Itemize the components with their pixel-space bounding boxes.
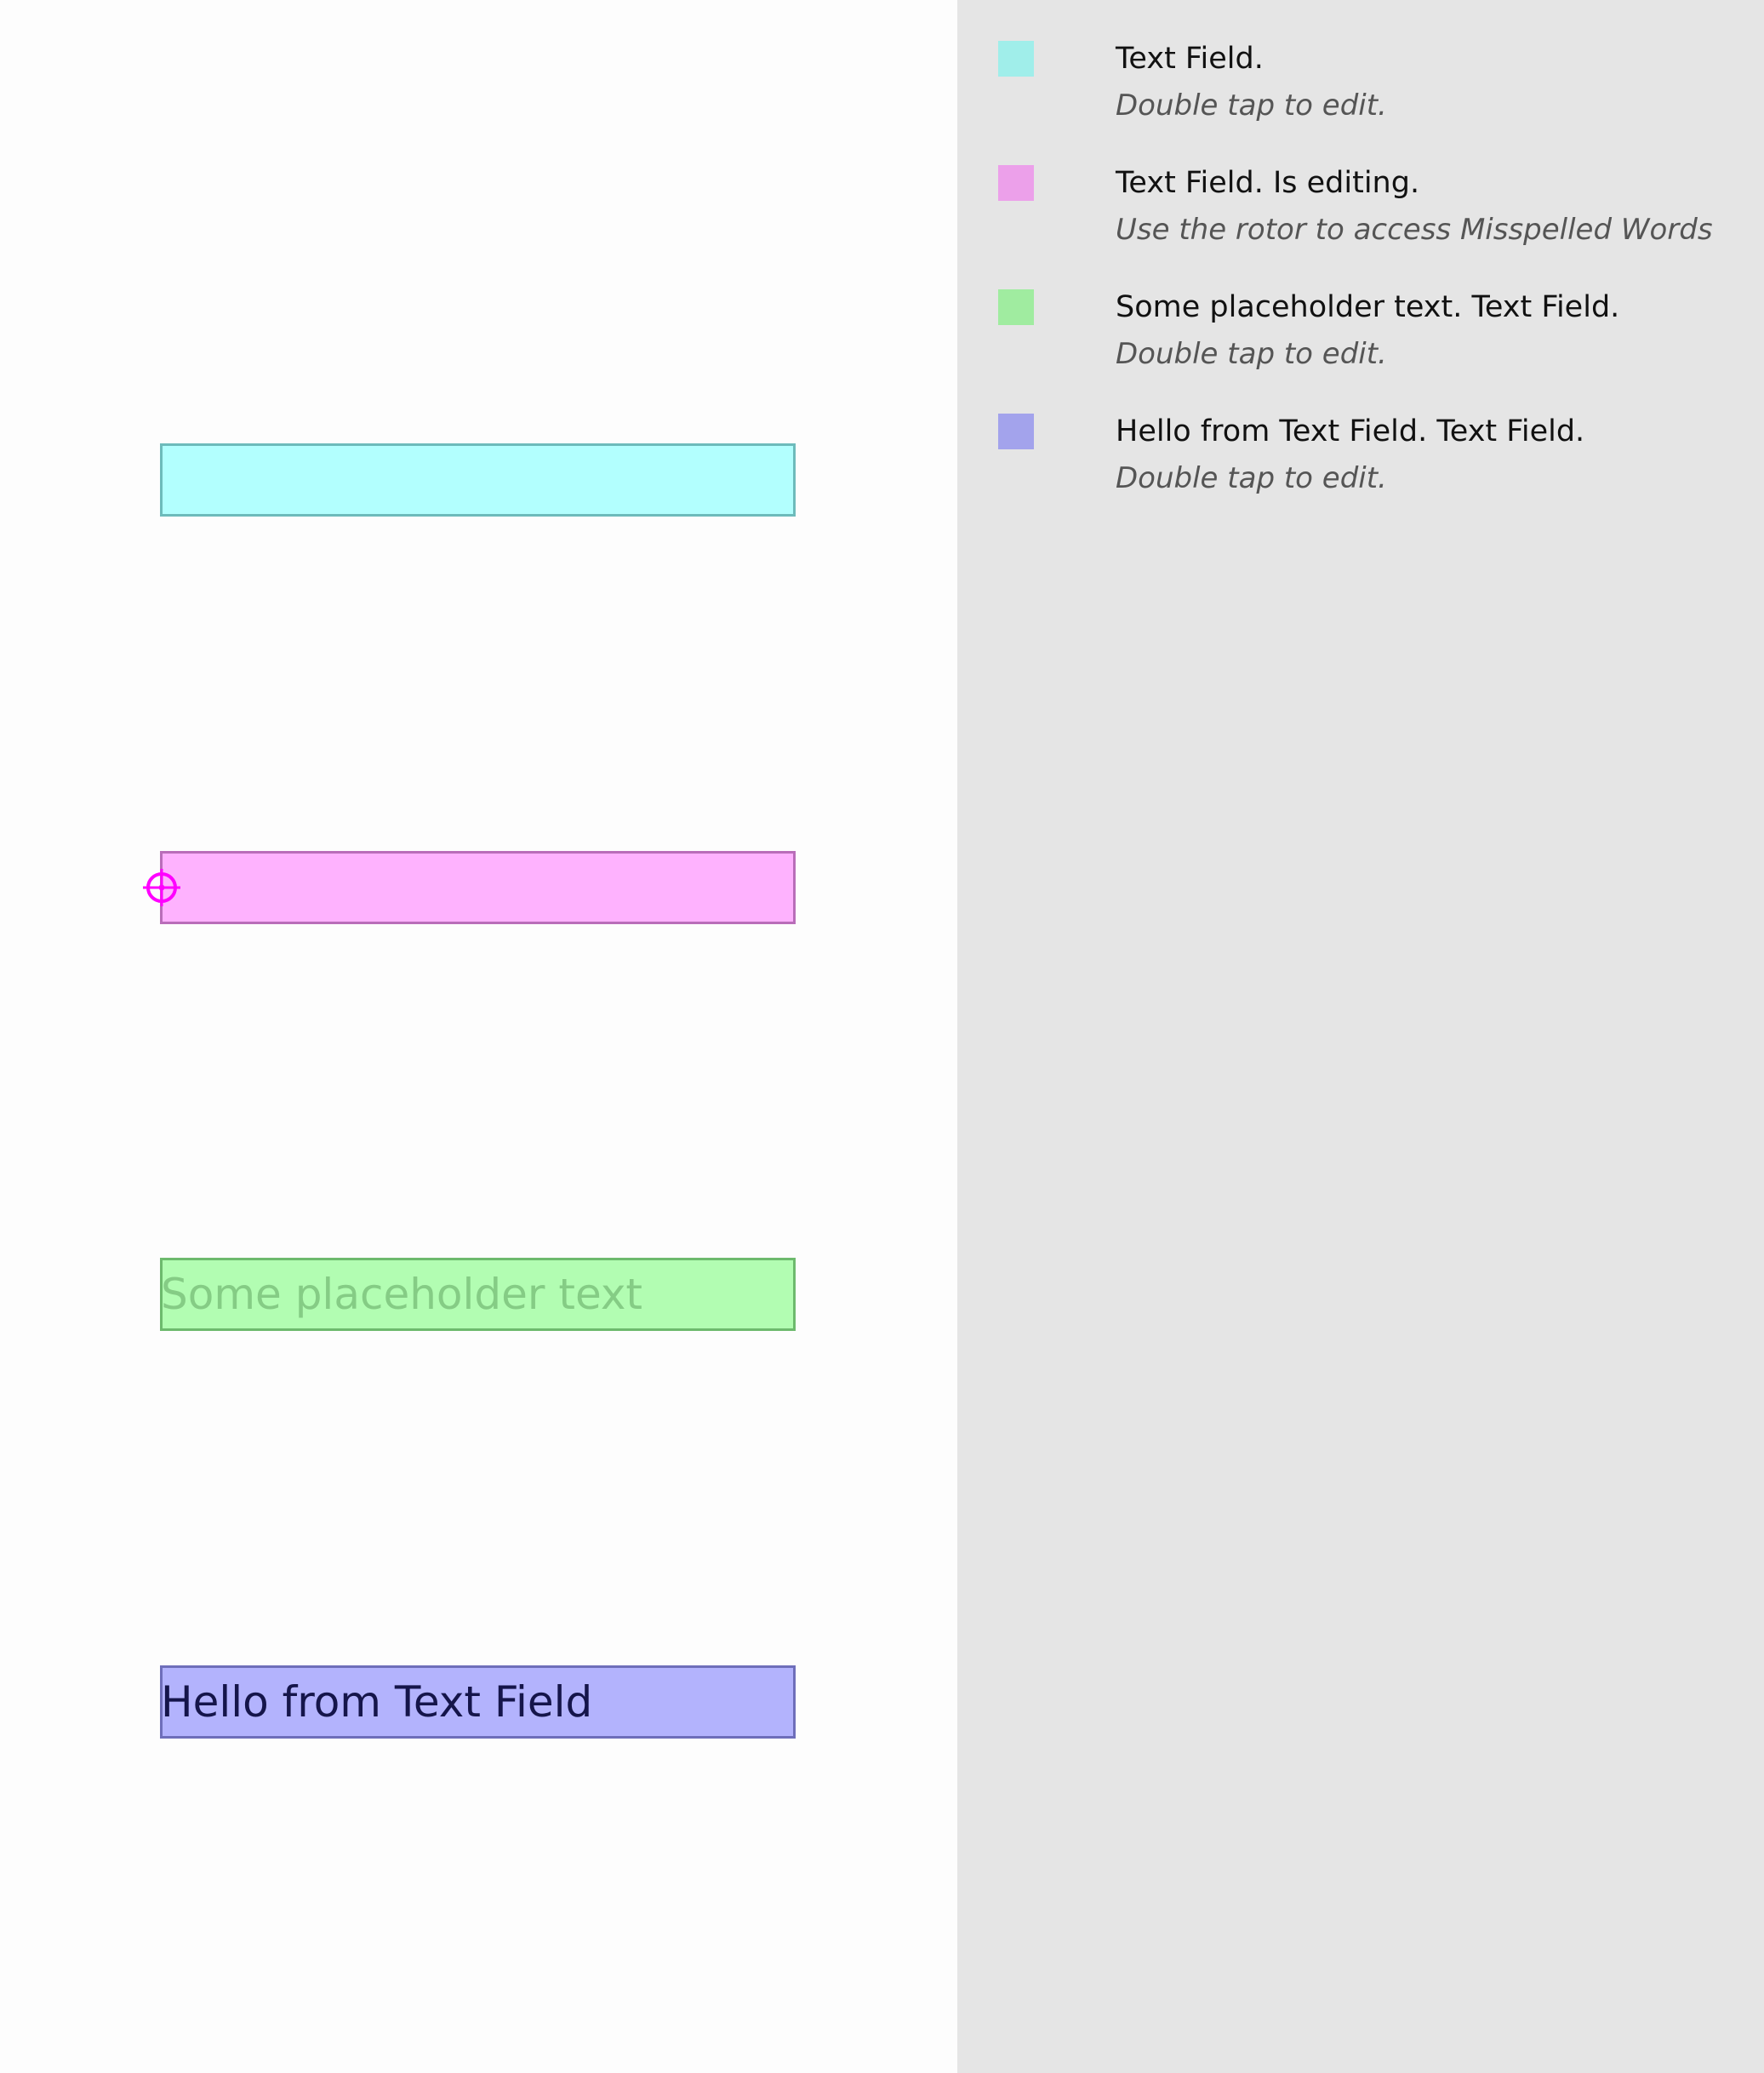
legend-label: Text Field. [1116, 42, 1264, 76]
text-field-placeholder[interactable]: Some placeholder text [160, 1258, 796, 1331]
legend-swatch [998, 41, 1034, 77]
legend-hint: Use the rotor to access Misspelled Words [1116, 213, 1713, 247]
legend-hint: Double tap to edit. [1116, 337, 1387, 371]
preview-canvas: Some placeholder text Hello from Text Fi… [0, 0, 957, 2073]
text-field-filled[interactable]: Hello from Text Field [160, 1665, 796, 1739]
text-field-editing[interactable] [160, 851, 796, 924]
legend-hint: Double tap to edit. [1116, 461, 1387, 495]
app-root: Some placeholder text Hello from Text Fi… [0, 0, 1764, 2073]
legend-swatch [998, 289, 1034, 325]
legend-label: Text Field. Is editing. [1116, 166, 1420, 200]
text-field-placeholder-text: Some placeholder text [161, 1270, 643, 1319]
legend-swatch [998, 414, 1034, 449]
legend-label: Hello from Text Field. Text Field. [1116, 414, 1585, 448]
legend-hint: Double tap to edit. [1116, 89, 1387, 123]
legend-swatch [998, 165, 1034, 201]
text-field-empty[interactable] [160, 443, 796, 517]
accessibility-legend-panel: Text Field. Double tap to edit. Text Fie… [957, 0, 1764, 2073]
legend-label: Some placeholder text. Text Field. [1116, 290, 1620, 324]
text-field-value: Hello from Text Field [161, 1677, 593, 1727]
crosshair-icon [143, 869, 180, 906]
